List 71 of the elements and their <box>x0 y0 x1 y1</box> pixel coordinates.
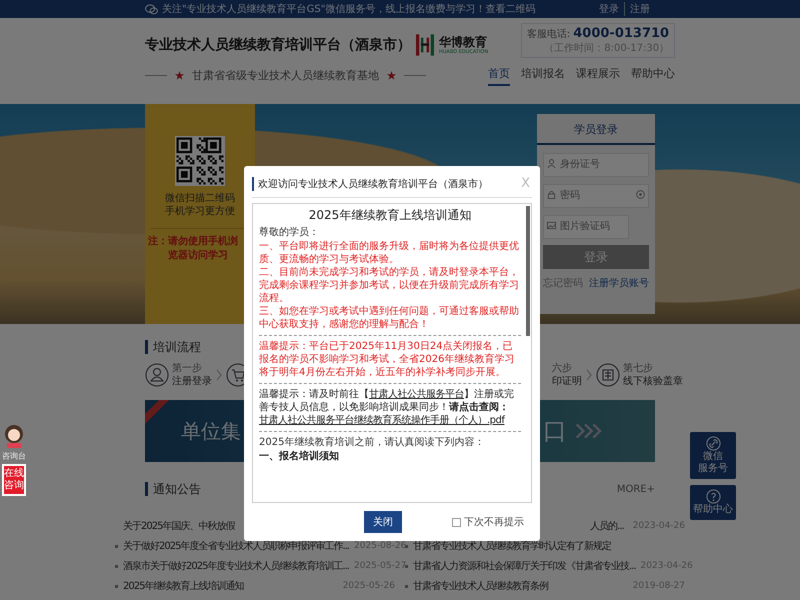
notice-link[interactable]: 甘肃省专业技术人员继续教育学时认定有了新规定 <box>413 539 611 553</box>
more-link[interactable]: MORE+ <box>616 484 655 494</box>
account-link[interactable]: 登录 <box>594 2 624 16</box>
notice-link[interactable]: 甘肃省人力资源和社会保障厅关于印发《甘肃省专业技... <box>413 559 636 573</box>
avatar-icon <box>4 424 24 448</box>
dialog-title: 欢迎访问专业技术人员继续教育培训平台（酒泉市） <box>252 176 488 190</box>
step-label: 印证明 <box>552 375 582 388</box>
hotline-label: 客服电话: <box>526 28 570 41</box>
account-link[interactable]: 注册 <box>624 2 655 16</box>
warning-text: 二、目前尚未完成学习和考试的学员，请及时登录本平台，完成剩余课程学习并参加考试，以便在升级前完成所有学习流程。 <box>259 266 520 305</box>
site-title: 专业技术人员继续教育培训平台（酒泉市） <box>145 36 411 54</box>
hotline-number: 4000-013710 <box>573 26 670 41</box>
logo-name: 华博教育 <box>439 36 487 48</box>
nav-tab[interactable]: 培训报名 <box>521 66 566 86</box>
stamp-icon <box>596 363 620 387</box>
warning-text: 三、如您在学习或考试中遇到任何问题，可通过客服或帮助中心获取支持，感谢您的理解与配合！ <box>259 305 520 331</box>
chevron-icon <box>586 369 592 381</box>
nav-tab[interactable]: 首页 <box>488 66 510 86</box>
user-icon <box>547 159 556 168</box>
lock-icon <box>547 190 556 199</box>
notice-subheading: 一、报名培训须知 <box>259 450 340 463</box>
step-label: 线下核验盖章 <box>623 375 683 388</box>
nav-tab[interactable]: 课程展示 <box>576 66 620 86</box>
step-number: 六步 <box>552 362 573 375</box>
notice-text: 尊敬的学员： <box>259 226 320 239</box>
person-icon <box>145 363 169 387</box>
base-subtitle: 甘肃省省级专业技术人员继续教育基地 <box>192 68 379 83</box>
notice-link[interactable]: 人员的... <box>590 519 624 533</box>
notice-link[interactable]: 酒泉市关于做好2025年度专业技术人员继续教育培训工... <box>123 559 349 573</box>
text-link[interactable]: 甘肃人社公共服务平台 <box>369 389 464 400</box>
notice-link[interactable]: 关于做好2025年度全省专业技术人员职称申报评审工作... <box>123 539 349 553</box>
chat-icon <box>145 4 158 14</box>
logo-icon <box>416 34 434 56</box>
qr-caption: 微信扫描二维码 手机学习更方便 <box>165 192 235 218</box>
image-icon <box>547 221 556 230</box>
online-consult-button[interactable]: 在线咨询 <box>2 464 26 496</box>
question-icon <box>706 489 720 504</box>
chevron-icon <box>216 369 222 381</box>
scrollbar[interactable] <box>526 206 530 336</box>
checkbox-label[interactable]: 下次不再提示 <box>464 515 524 529</box>
link-icon <box>706 436 720 451</box>
checkbox[interactable] <box>452 518 461 526</box>
star-icon <box>175 71 184 80</box>
notice-heading: 2025年继续教育上线培训通知 <box>308 208 472 223</box>
follow-notice: 关注"专业技术人员继续教育平台GS"微信服务号，线上报名缴费与学习！查看二维码 <box>162 2 536 16</box>
captcha-field[interactable]: 图片验证码 <box>543 214 629 238</box>
password-field[interactable]: 密码 <box>543 184 649 208</box>
notice-link[interactable]: 甘肃省专业技术人员继续教育条例 <box>413 579 548 593</box>
service-caption: 咨询台 <box>2 451 26 462</box>
ad-title: 单位集 <box>181 418 241 444</box>
star-icon <box>387 71 396 80</box>
section-title: 通知公告 <box>145 482 201 496</box>
notice-text: 2025年继续教育培训之前，请认真阅读下列内容： <box>259 436 486 449</box>
text-link[interactable]: 甘肃人社公共服务平台继续教育系统操作手册（个人）.pdf <box>259 415 504 426</box>
id-number-field[interactable]: 身份证号 <box>543 152 649 176</box>
help-center-button[interactable]: 帮助中心 <box>690 485 736 520</box>
nav-tab[interactable]: 帮助中心 <box>631 66 676 86</box>
warning-text: 一、平台即将进行全面的服务升级，届时将为各位提供更优质、更流畅的学习与考试体验。 <box>259 240 520 266</box>
step-label: 注册登录 <box>172 375 212 388</box>
ad-title: 口 <box>543 416 567 447</box>
close-button[interactable]: 关闭 <box>364 511 402 533</box>
wechat-account-button[interactable]: 微信 服务号 <box>690 432 736 479</box>
login-tab[interactable]: 学员登录 <box>537 114 655 145</box>
register-link[interactable]: 注册学员账号 <box>589 276 649 290</box>
qr-code-drawing <box>175 136 225 186</box>
browser-warning: 注：请勿使用手机浏览器访问学习 <box>148 235 239 263</box>
notice-link[interactable]: 关于2025年国庆、中秋放假 <box>123 519 234 533</box>
eye-icon[interactable] <box>636 190 645 199</box>
notice-link[interactable]: 2025年继续教育上线培训通知 <box>123 579 244 593</box>
step-number: 第一步 <box>172 362 203 375</box>
step-number: 第七步 <box>623 362 654 375</box>
